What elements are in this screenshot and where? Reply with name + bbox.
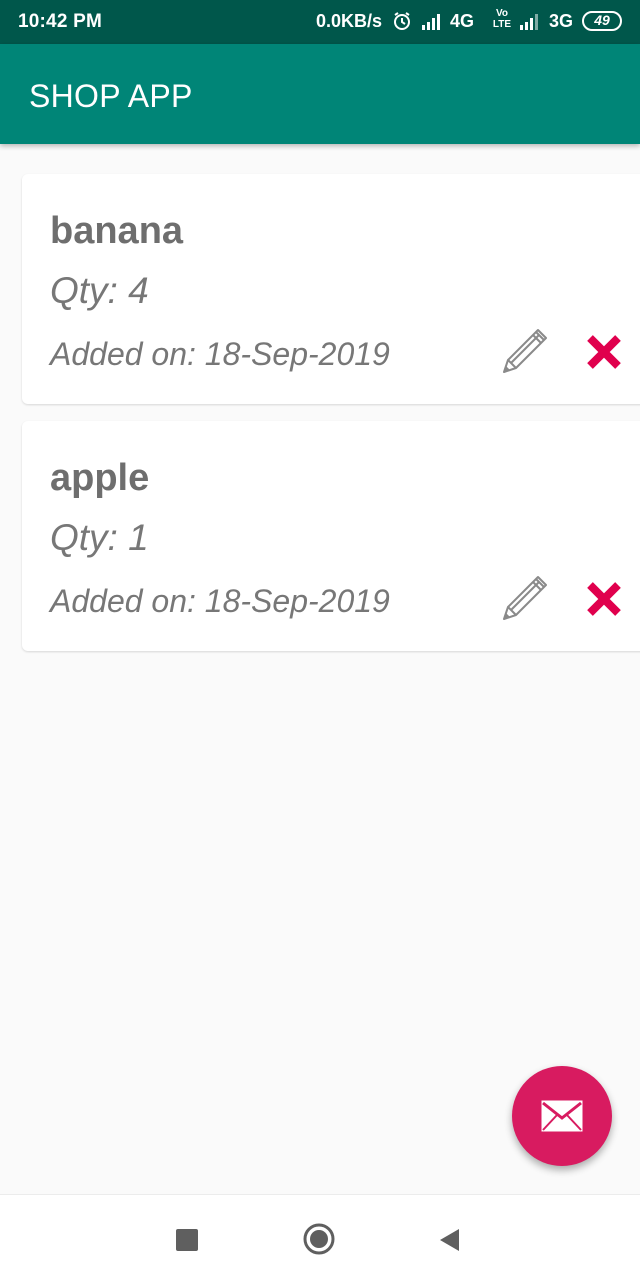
network-speed: 0.0KB/s — [316, 11, 383, 31]
system-nav-bar — [0, 1194, 640, 1280]
back-triangle-icon[interactable] — [437, 1227, 461, 1253]
pencil-icon — [503, 329, 547, 373]
list-item[interactable]: banana Qty: 4 Added on: 18-Sep-2019 — [22, 174, 640, 404]
network-type-3g: 3G — [549, 11, 574, 31]
item-quantity: Qty: 1 — [50, 517, 149, 558]
delete-button[interactable] — [582, 577, 626, 621]
edit-button[interactable] — [500, 324, 552, 376]
pencil-icon — [503, 576, 547, 620]
signal-icon — [422, 12, 444, 35]
battery-icon: 49 — [582, 11, 622, 31]
home-circle-icon[interactable] — [303, 1223, 335, 1255]
item-added-date: Added on: 18-Sep-2019 — [50, 583, 390, 619]
item-name: apple — [50, 457, 150, 499]
alarm-icon — [392, 11, 412, 36]
network-type-4g: 4G — [450, 11, 475, 31]
volte-label: Vo LTE — [492, 8, 512, 30]
delete-button[interactable] — [582, 330, 626, 374]
envelope-icon — [541, 1100, 583, 1132]
close-icon — [587, 335, 621, 369]
item-quantity: Qty: 4 — [50, 270, 149, 311]
status-time: 10:42 PM — [18, 11, 102, 32]
close-icon — [587, 582, 621, 616]
status-bar: 10:42 PM 0.0KB/s 4G Vo LTE 3G 49 — [0, 0, 640, 44]
recents-square-icon[interactable] — [176, 1229, 198, 1251]
list-item[interactable]: apple Qty: 1 Added on: 18-Sep-2019 — [22, 421, 640, 651]
battery-level: 49 — [594, 12, 610, 28]
edit-button[interactable] — [500, 571, 552, 623]
item-name: banana — [50, 210, 184, 252]
signal-icon — [520, 12, 542, 35]
app-bar: SHOP APP — [0, 44, 640, 144]
page-title: SHOP APP — [29, 78, 193, 114]
item-added-date: Added on: 18-Sep-2019 — [50, 336, 390, 372]
compose-fab-button[interactable] — [512, 1066, 612, 1166]
